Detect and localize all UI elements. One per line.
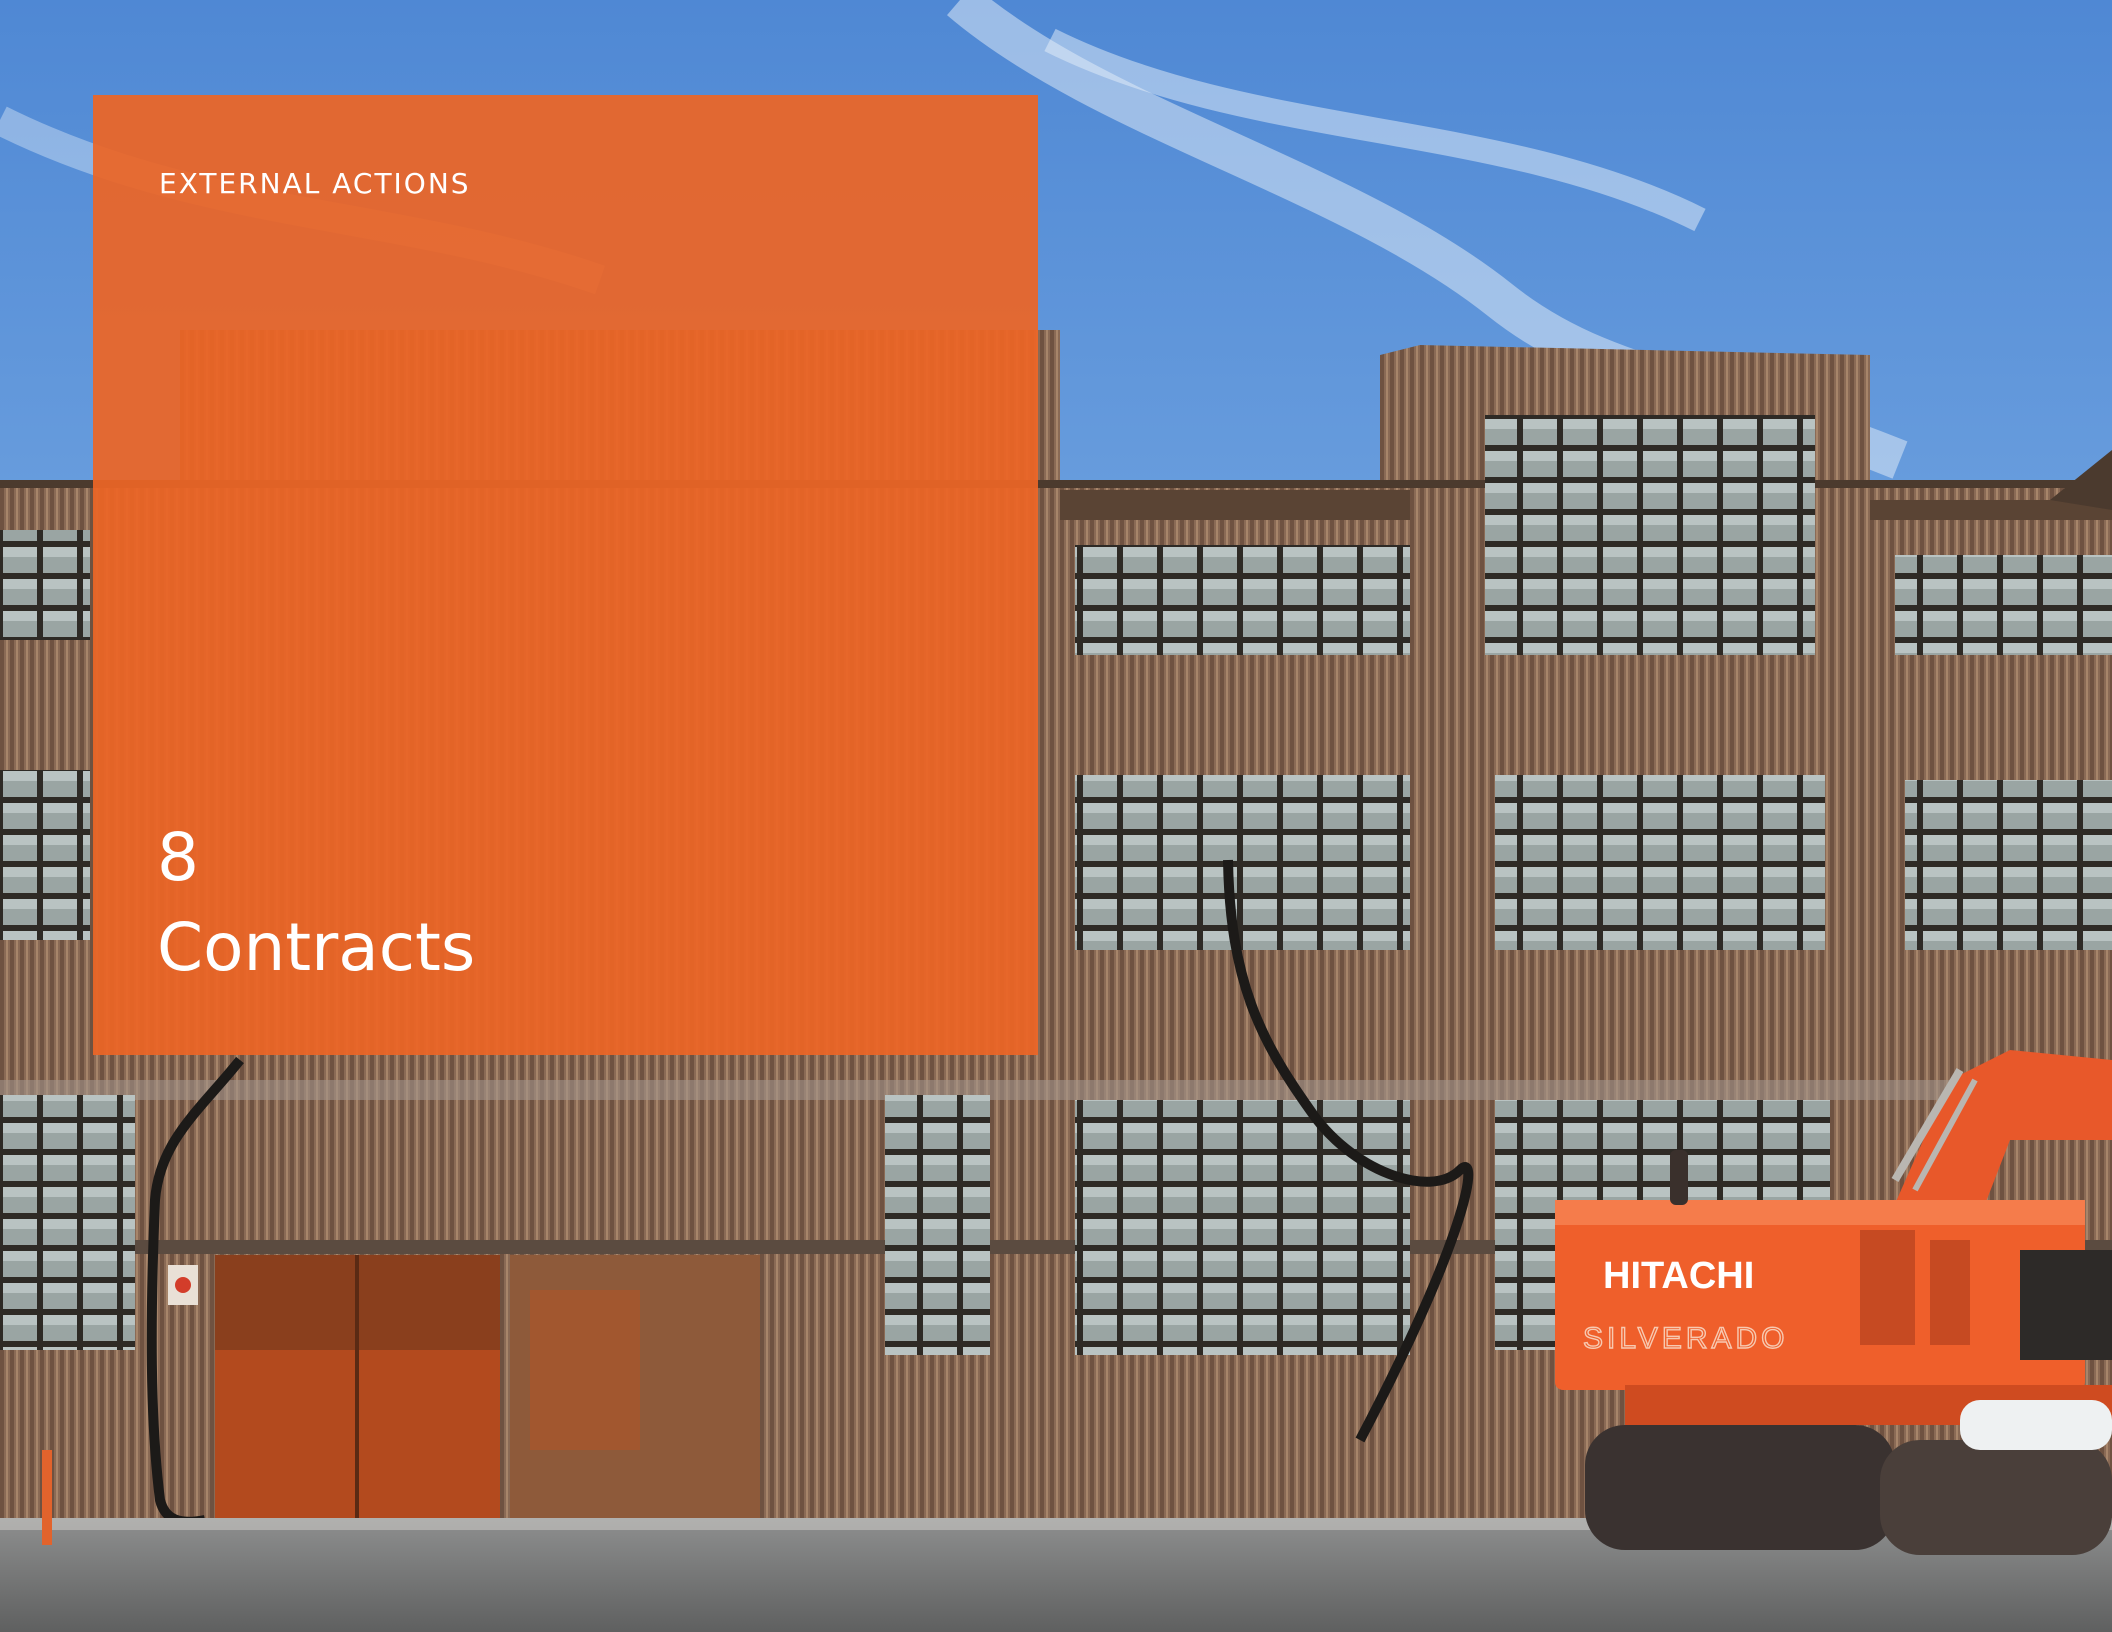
excavator-brand-label: HITACHI xyxy=(1603,1255,1754,1297)
chapter-title: Contracts xyxy=(157,909,476,986)
excavator-dealer-label: SILVERADO xyxy=(1583,1322,1789,1355)
warehouse-doors xyxy=(168,1255,760,1520)
section-kicker: EXTERNAL ACTIONS xyxy=(159,167,471,200)
section-title-panel: EXTERNAL ACTIONS 8 Contracts xyxy=(93,95,1038,1055)
chapter-number: 8 xyxy=(157,819,199,896)
